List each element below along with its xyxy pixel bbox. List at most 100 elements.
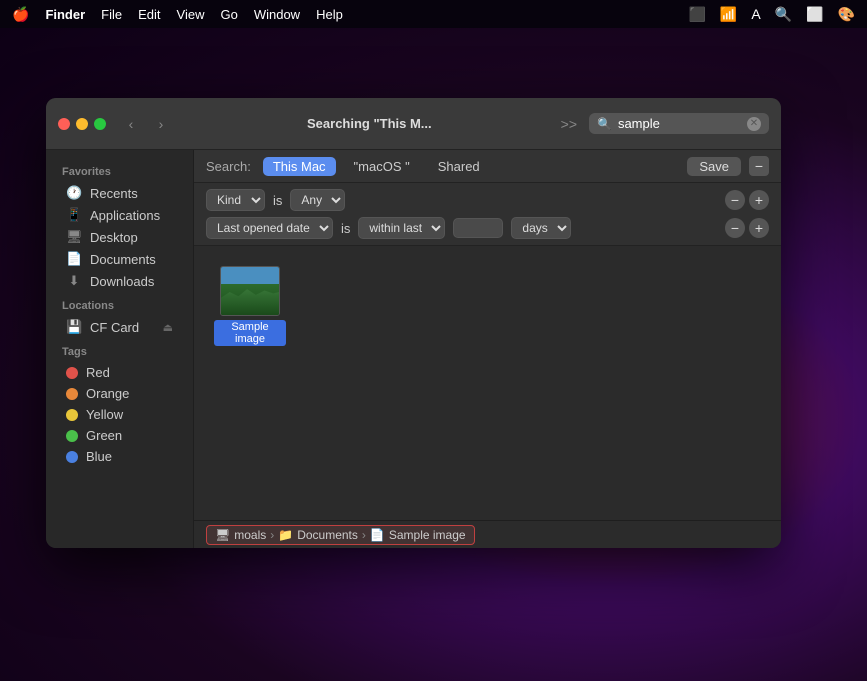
filter-date-controls: − + (725, 218, 769, 238)
eject-button[interactable]: ⏏ (163, 321, 173, 334)
close-button[interactable] (58, 118, 70, 130)
sidebar: Favorites 🕐 Recents 📱 Applications 🖥 Des… (46, 150, 194, 548)
search-bar[interactable]: 🔍 ✕ (589, 113, 769, 134)
breadcrumb-moals[interactable]: 🖥 moals (215, 528, 266, 542)
filter-kind-field-select[interactable]: Kind (206, 189, 265, 211)
search-menu-icon[interactable]: 🔍 (775, 6, 792, 23)
minimize-button[interactable] (76, 118, 88, 130)
maximize-button[interactable] (94, 118, 106, 130)
locations-section-label: Locations (46, 292, 193, 316)
filter-date-unit-select[interactable]: days (511, 217, 571, 239)
menu-file[interactable]: File (101, 7, 122, 22)
tags-section-label: Tags (46, 338, 193, 362)
file-item-sample-image[interactable]: Sample image (210, 262, 290, 350)
breadcrumb-moals-label: moals (234, 528, 266, 542)
cf-card-label: CF Card (90, 320, 139, 335)
sidebar-item-green[interactable]: Green (50, 425, 189, 446)
blue-tag-dot (66, 451, 78, 463)
scope-this-mac-button[interactable]: This Mac (263, 157, 336, 176)
sidebar-item-cf-card[interactable]: 💾 CF Card ⏏ (50, 316, 189, 338)
filter-date-value-select[interactable]: within last (358, 217, 445, 239)
back-button[interactable]: ‹ (118, 114, 144, 134)
green-tag-label: Green (86, 428, 122, 443)
main-panel: Search: This Mac "macOS " Shared Save − … (194, 150, 781, 548)
breadcrumb-sample-image-label: Sample image (389, 528, 466, 542)
filter-kind-remove-button[interactable]: − (725, 190, 745, 210)
documents-label: Documents (90, 252, 156, 267)
recents-icon: 🕐 (66, 185, 82, 201)
downloads-label: Downloads (90, 274, 154, 289)
remove-search-button[interactable]: − (749, 156, 769, 176)
orange-tag-dot (66, 388, 78, 400)
filter-date-field-select[interactable]: Last opened date (206, 217, 333, 239)
menu-finder[interactable]: Finder (45, 7, 85, 22)
cf-card-row: CF Card ⏏ (90, 320, 173, 335)
scope-shared-button[interactable]: Shared (428, 157, 490, 176)
sidebar-item-yellow[interactable]: Yellow (50, 404, 189, 425)
filter-date-number-input[interactable] (453, 218, 503, 238)
title-bar: ‹ › Searching "This M... >> 🔍 ✕ (46, 98, 781, 150)
downloads-icon: ⬇ (66, 273, 82, 289)
red-tag-label: Red (86, 365, 110, 380)
green-tag-dot (66, 430, 78, 442)
control-center-icon[interactable]: ⬜ (806, 6, 823, 23)
filter-date-add-button[interactable]: + (749, 218, 769, 238)
desktop-label: Desktop (90, 230, 138, 245)
documents-icon: 📄 (66, 251, 82, 267)
sidebar-item-blue[interactable]: Blue (50, 446, 189, 467)
sidebar-item-desktop[interactable]: 🖥 Desktop (50, 226, 189, 248)
forest-image (221, 267, 279, 315)
menubar-right-icons: ⬛ 📶 A 🔍 ⬜ 🎨 (688, 6, 855, 23)
search-input[interactable] (618, 116, 741, 131)
file-area[interactable]: Sample image (194, 246, 781, 520)
wifi-icon[interactable]: 📶 (720, 6, 737, 23)
screen-icon[interactable]: ⬛ (688, 6, 705, 23)
window-title: Searching "This M... (182, 116, 557, 131)
filter-kind-add-button[interactable]: + (749, 190, 769, 210)
recents-label: Recents (90, 186, 138, 201)
nav-buttons: ‹ › (118, 114, 174, 134)
blue-tag-label: Blue (86, 449, 112, 464)
desktop-icon: 🖥 (66, 229, 82, 245)
sample-image-label: Sample image (214, 320, 286, 346)
sidebar-item-orange[interactable]: Orange (50, 383, 189, 404)
save-search-button[interactable]: Save (687, 157, 741, 176)
breadcrumb-sample-image[interactable]: 📄 Sample image (370, 528, 466, 542)
desktop: ‹ › Searching "This M... >> 🔍 ✕ Favorite… (0, 28, 867, 681)
filter-row-kind: Kind is Any − + (206, 189, 769, 211)
breadcrumb-documents[interactable]: 📁 Documents (278, 528, 358, 542)
sidebar-item-downloads[interactable]: ⬇ Downloads (50, 270, 189, 292)
scope-macos-button[interactable]: "macOS " (344, 157, 420, 176)
window-body: Favorites 🕐 Recents 📱 Applications 🖥 Des… (46, 150, 781, 548)
sidebar-item-red[interactable]: Red (50, 362, 189, 383)
menu-edit[interactable]: Edit (138, 7, 160, 22)
sidebar-item-recents[interactable]: 🕐 Recents (50, 182, 189, 204)
more-actions-button[interactable]: >> (557, 114, 581, 134)
yellow-tag-dot (66, 409, 78, 421)
apple-menu-icon[interactable]: 🍎 (12, 6, 29, 23)
toolbar-right: >> 🔍 ✕ (557, 113, 769, 134)
breadcrumb-documents-label: Documents (297, 528, 358, 542)
breadcrumb-sep-1: › (270, 528, 274, 542)
user-icon[interactable]: 🎨 (838, 6, 855, 23)
sidebar-item-applications[interactable]: 📱 Applications (50, 204, 189, 226)
menu-view[interactable]: View (177, 7, 205, 22)
filter-date-operator-label: is (341, 221, 350, 236)
yellow-tag-label: Yellow (86, 407, 123, 422)
breadcrumb-file-icon: 📄 (370, 528, 385, 542)
filter-kind-value-select[interactable]: Any (290, 189, 345, 211)
favorites-section-label: Favorites (46, 158, 193, 182)
filter-date-remove-button[interactable]: − (725, 218, 745, 238)
menubar: 🍎 Finder File Edit View Go Window Help ⬛… (0, 0, 867, 28)
menu-go[interactable]: Go (220, 7, 237, 22)
menu-window[interactable]: Window (254, 7, 300, 22)
search-clear-button[interactable]: ✕ (747, 117, 761, 131)
sidebar-item-documents[interactable]: 📄 Documents (50, 248, 189, 270)
search-scope-bar: Search: This Mac "macOS " Shared Save − (194, 150, 781, 183)
menu-help[interactable]: Help (316, 7, 343, 22)
filter-area: Kind is Any − + Last (194, 183, 781, 246)
filter-kind-operator-label: is (273, 193, 282, 208)
forward-button[interactable]: › (148, 114, 174, 134)
orange-tag-label: Orange (86, 386, 129, 401)
keyboard-icon[interactable]: A (751, 6, 760, 22)
